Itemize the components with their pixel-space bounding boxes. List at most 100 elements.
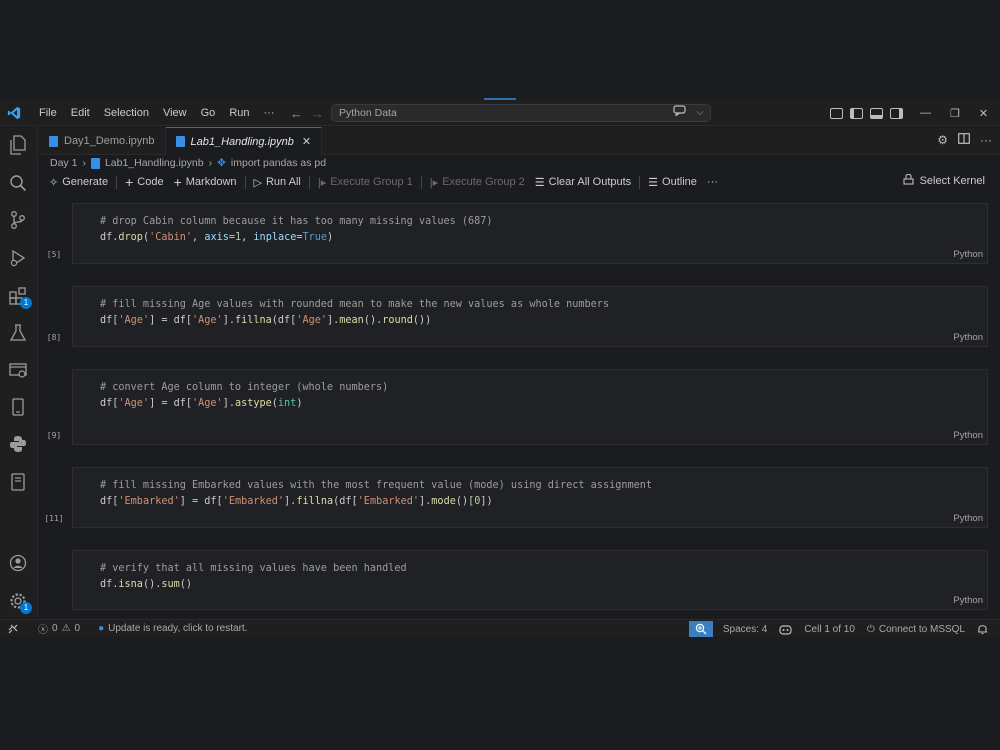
jupyter-variables-icon[interactable] xyxy=(8,472,28,492)
breadcrumb-cell[interactable]: import pandas as pd xyxy=(231,157,326,169)
menu-edit[interactable]: Edit xyxy=(64,100,97,126)
activity-bar: 1 1 xyxy=(0,127,38,618)
zoom-icon[interactable] xyxy=(688,621,713,637)
toggle-secondary-sidebar-icon[interactable] xyxy=(890,107,903,119)
code-line: df['Embarked'] = df['Embarked'].fillna(d… xyxy=(100,495,493,507)
code-editor[interactable]: # verify that all missing values have be… xyxy=(100,561,407,592)
execute-group-1-button[interactable]: |▸ Execute Group 1 xyxy=(313,176,418,189)
cell-language-label[interactable]: Python xyxy=(953,332,983,343)
toolbar-divider xyxy=(244,175,246,189)
status-bar: ⓧ 0 ⚠ 0 ● Update is ready, click to rest… xyxy=(0,619,1000,637)
notifications-bell-icon[interactable] xyxy=(971,623,994,635)
run-debug-icon[interactable] xyxy=(8,248,28,268)
code-line: df['Age'] = df['Age'].astype(int) xyxy=(100,397,303,409)
command-center[interactable]: Python Data ⌵ xyxy=(331,104,711,122)
code-cell[interactable]: # fill missing Embarked values with the … xyxy=(72,467,988,528)
cell-language-label[interactable]: Python xyxy=(953,430,983,441)
connect-mssql-button[interactable]: ⏻ Connect to MSSQL xyxy=(861,624,971,635)
python-icon[interactable] xyxy=(8,434,28,454)
toggle-panel-icon[interactable] xyxy=(870,107,883,119)
tab-day1-demo[interactable]: Day1_Demo.ipynb xyxy=(39,127,166,155)
markdown-label: Markdown xyxy=(185,176,237,188)
extensions-icon[interactable]: 1 xyxy=(8,286,32,309)
code-editor[interactable]: # fill missing Embarked values with the … xyxy=(100,478,652,509)
error-count: 0 xyxy=(52,623,58,634)
add-code-cell-button[interactable]: + Code xyxy=(120,174,168,190)
testing-flask-icon[interactable] xyxy=(8,323,28,343)
chevron-right-icon: › xyxy=(208,157,213,169)
navigation-arrows: ← → xyxy=(290,100,324,126)
code-editor[interactable]: # convert Age column to integer (whole n… xyxy=(100,380,388,411)
cell-language-label[interactable]: Python xyxy=(953,513,983,524)
more-actions-icon[interactable]: ··· xyxy=(980,133,992,147)
vscode-logo-icon xyxy=(0,100,28,126)
breadcrumb-folder[interactable]: Day 1 xyxy=(50,157,77,169)
code-cell[interactable]: # drop Cabin column because it has too m… xyxy=(72,203,988,264)
menu-file[interactable]: File xyxy=(32,100,64,126)
code-cell[interactable]: # convert Age column to integer (whole n… xyxy=(72,369,988,445)
source-control-icon[interactable] xyxy=(8,210,28,230)
menu-run[interactable]: Run xyxy=(222,100,256,126)
warning-count: 0 xyxy=(74,623,81,634)
forward-arrow-icon[interactable]: → xyxy=(311,106,324,121)
toggle-primary-sidebar-icon[interactable] xyxy=(850,107,863,119)
copilot-icon[interactable] xyxy=(773,624,798,635)
toolbar-divider xyxy=(639,175,641,189)
run-all-button[interactable]: ▷ Run All xyxy=(249,176,306,189)
generate-button[interactable]: ✧ Generate xyxy=(44,176,113,189)
close-window-icon[interactable]: ✕ xyxy=(979,107,988,120)
explorer-icon[interactable] xyxy=(8,135,28,155)
remote-indicator-icon[interactable] xyxy=(0,624,24,634)
outline-button[interactable]: ☰ Outline xyxy=(643,176,702,189)
execute-group-icon: |▸ xyxy=(429,176,439,189)
select-kernel-button[interactable]: Select Kernel xyxy=(898,173,990,188)
code-line: df['Age'] = df['Age'].fillna(df['Age'].m… xyxy=(100,314,432,326)
code-editor[interactable]: # fill missing Age values with rounded m… xyxy=(100,297,609,328)
clear-all-outputs-button[interactable]: ☰ Clear All Outputs xyxy=(530,176,636,189)
manage-gear-icon[interactable]: 1 xyxy=(8,591,32,614)
split-editor-icon[interactable] xyxy=(958,133,970,147)
run-all-label: Run All xyxy=(265,176,301,188)
code-cell[interactable]: # fill missing Age values with rounded m… xyxy=(72,286,988,347)
copilot-chat-icon[interactable] xyxy=(673,104,687,122)
execute-group-2-label: Execute Group 2 xyxy=(442,176,525,188)
customize-layout-icon[interactable] xyxy=(830,107,843,119)
search-icon[interactable] xyxy=(8,173,28,193)
execute-group-2-button[interactable]: |▸ Execute Group 2 xyxy=(425,176,530,189)
toolbar-more-button[interactable]: ··· xyxy=(702,176,723,188)
minimize-icon[interactable]: — xyxy=(920,107,931,119)
code-cell[interactable]: # verify that all missing values have be… xyxy=(72,550,988,610)
menu-more[interactable]: ··· xyxy=(257,100,282,126)
back-arrow-icon[interactable]: ← xyxy=(290,106,303,121)
add-markdown-cell-button[interactable]: + Markdown xyxy=(169,174,242,190)
tab-label: Lab1_Handling.ipynb xyxy=(190,135,294,148)
execute-group-icon: |▸ xyxy=(317,176,327,189)
notebook-icon[interactable] xyxy=(8,397,28,417)
breadcrumb: Day 1 › Lab1_Handling.ipynb › ✥ import p… xyxy=(50,156,326,170)
restore-icon[interactable]: ❐ xyxy=(950,107,960,120)
notebook-file-icon xyxy=(175,136,185,147)
toolbar-divider xyxy=(420,175,422,189)
code-editor[interactable]: # drop Cabin column because it has too m… xyxy=(100,214,493,245)
breadcrumb-file[interactable]: Lab1_Handling.ipynb xyxy=(105,157,204,169)
chevron-down-icon[interactable]: ⌵ xyxy=(696,105,704,121)
remote-explorer-icon[interactable] xyxy=(8,360,28,380)
problems-indicator[interactable]: ⓧ 0 ⚠ 0 xyxy=(32,621,86,636)
indentation-indicator[interactable]: Spaces: 4 xyxy=(717,624,773,635)
editor-actions: ⚙ ··· xyxy=(937,133,992,147)
cell-language-label[interactable]: Python xyxy=(953,249,983,260)
menu-selection[interactable]: Selection xyxy=(97,100,156,126)
cell-language-label[interactable]: Python xyxy=(953,595,983,606)
close-tab-icon[interactable]: ✕ xyxy=(302,135,311,148)
code-label: Code xyxy=(137,176,164,188)
plus-icon: + xyxy=(125,174,134,190)
notebook-toolbar: ✧ Generate + Code + Markdown ▷ Run All |… xyxy=(44,173,1000,191)
code-comment: # drop Cabin column because it has too m… xyxy=(100,216,493,227)
cell-position-indicator[interactable]: Cell 1 of 10 xyxy=(798,624,861,635)
accounts-icon[interactable] xyxy=(8,553,28,573)
menu-view[interactable]: View xyxy=(156,100,194,126)
menu-go[interactable]: Go xyxy=(194,100,223,126)
gear-icon[interactable]: ⚙ xyxy=(937,133,948,147)
tab-lab1-handling[interactable]: Lab1_Handling.ipynb ✕ xyxy=(165,127,323,155)
update-notification[interactable]: ● Update is ready, click to restart. xyxy=(92,623,253,634)
